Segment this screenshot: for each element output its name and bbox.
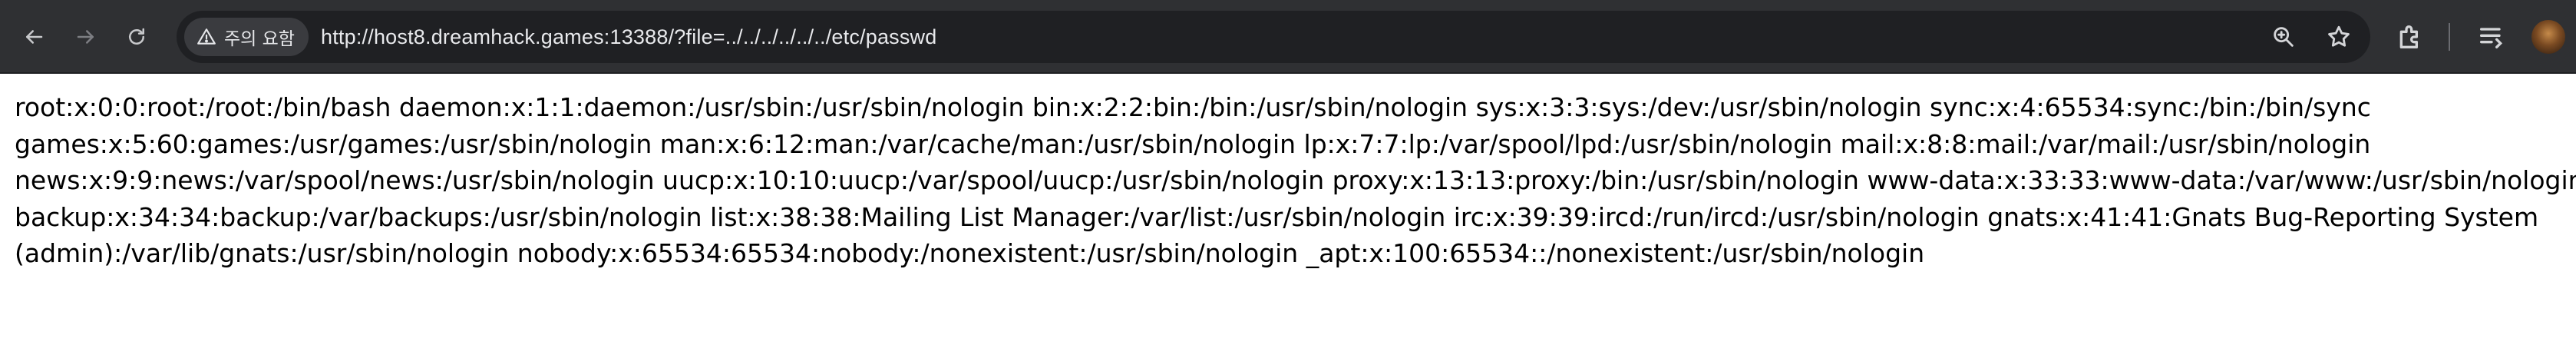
arrow-left-icon xyxy=(26,30,43,44)
address-bar[interactable]: 주의 요함 http://host8.dreamhack.games:13388… xyxy=(177,11,2370,63)
text-line: backup:x:34:34:backup:/var/backups:/usr/… xyxy=(15,201,2539,232)
zoom-icon[interactable] xyxy=(2271,24,2297,50)
page-content: root:x:0:0:root:/root:/bin/bash daemon:x… xyxy=(0,74,2576,352)
security-status-chip[interactable]: 주의 요함 xyxy=(184,18,309,56)
url-text[interactable]: http://host8.dreamhack.games:13388/?file… xyxy=(321,11,936,63)
text-line: (admin):/var/lib/gnats:/usr/sbin/nologin… xyxy=(15,238,1925,268)
arrow-right-icon xyxy=(77,30,94,44)
reload-icon xyxy=(129,28,144,45)
reload-button[interactable] xyxy=(118,18,155,55)
passwd-file-contents: root:x:0:0:root:/root:/bin/bash daemon:x… xyxy=(0,74,2576,272)
security-status-label: 주의 요함 xyxy=(224,29,295,49)
toolbar-divider xyxy=(2449,23,2450,51)
text-line: games:x:5:60:games:/usr/games:/usr/sbin/… xyxy=(15,128,2371,159)
browser-toolbar: 주의 요함 http://host8.dreamhack.games:13388… xyxy=(0,0,2576,74)
profile-avatar[interactable] xyxy=(2531,20,2565,54)
text-line: root:x:0:0:root:/root:/bin/bash daemon:x… xyxy=(15,92,2371,122)
warning-triangle-icon xyxy=(197,28,216,45)
forward-button[interactable] xyxy=(68,18,104,55)
text-line: news:x:9:9:news:/var/spool/news:/usr/sbi… xyxy=(15,165,2576,195)
reading-list-icon[interactable] xyxy=(2476,22,2507,52)
extensions-icon[interactable] xyxy=(2395,22,2426,52)
back-button[interactable] xyxy=(15,18,52,55)
bookmark-star-icon[interactable] xyxy=(2326,24,2352,50)
